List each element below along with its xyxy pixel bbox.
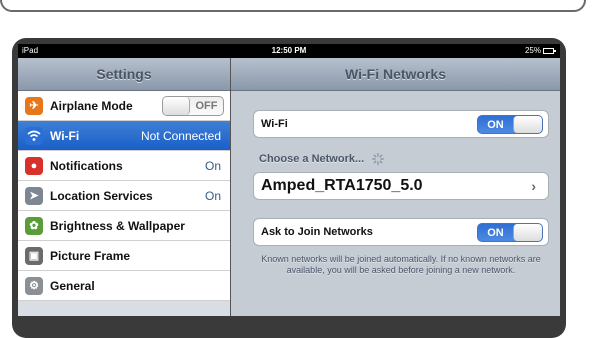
sidebar-item-location-services[interactable]: ➤ Location Services On <box>18 181 230 211</box>
sidebar-item-label: Picture Frame <box>50 248 131 263</box>
airplane-icon: ✈ <box>25 96 43 115</box>
wifi-networks-title: Wi-Fi Networks <box>231 58 560 91</box>
sidebar-item-label: Airplane Mode <box>50 98 133 113</box>
ipad-device-frame: iPad 12:50 PM 25% Settings ✈ Airplane Mo… <box>12 38 566 338</box>
wifi-status-value: Not Connected <box>140 128 221 143</box>
ask-to-join-note: Known networks will be joined automatica… <box>261 254 541 275</box>
battery-icon <box>543 48 556 54</box>
choose-network-label: Choose a Network... <box>259 153 365 165</box>
previous-device-frame <box>0 0 586 12</box>
toggle-label: ON <box>487 118 504 131</box>
toggle-label: ON <box>487 226 504 239</box>
ask-to-join-row: Ask to Join Networks ON <box>253 218 549 246</box>
network-row[interactable]: Amped_RTA1750_5.0 › <box>253 172 549 200</box>
sidebar-item-label: Wi-Fi <box>50 128 80 143</box>
sidebar-item-label: Notifications <box>50 158 123 173</box>
airplane-mode-toggle[interactable]: OFF <box>162 95 224 116</box>
wifi-toggle[interactable]: ON <box>477 115 543 134</box>
sidebar-item-general[interactable]: ⚙ General <box>18 271 230 301</box>
notifications-value: On <box>204 158 221 173</box>
sidebar-item-brightness-wallpaper[interactable]: ✿ Brightness & Wallpaper <box>18 211 230 241</box>
wifi-icon <box>25 126 43 145</box>
network-name: Amped_RTA1750_5.0 <box>261 177 423 194</box>
notifications-icon: ● <box>25 156 43 175</box>
location-services-value: On <box>204 188 221 203</box>
settings-sidebar: Settings ✈ Airplane Mode OFF Wi-Fi Not C… <box>18 58 231 316</box>
toggle-label: OFF <box>195 99 218 112</box>
brightness-icon: ✿ <box>25 216 43 235</box>
ask-to-join-label: Ask to Join Networks <box>261 226 373 238</box>
ipad-screen: iPad 12:50 PM 25% Settings ✈ Airplane Mo… <box>18 44 560 316</box>
wifi-label: Wi-Fi <box>261 118 288 130</box>
settings-list: ✈ Airplane Mode OFF Wi-Fi Not Connected <box>18 91 230 301</box>
chevron-right-icon[interactable]: › <box>531 178 536 194</box>
gear-icon: ⚙ <box>25 276 43 295</box>
choose-network-header: Choose a Network... <box>259 153 385 165</box>
sidebar-item-wifi[interactable]: Wi-Fi Not Connected <box>18 121 230 151</box>
toggle-knob <box>513 116 542 133</box>
loading-spinner-icon <box>372 153 385 165</box>
status-bar: iPad 12:50 PM 25% <box>18 44 560 58</box>
status-time: 12:50 PM <box>271 46 307 55</box>
battery-percent: 25% <box>524 46 541 55</box>
toggle-knob <box>513 224 542 241</box>
sidebar-item-picture-frame[interactable]: ▣ Picture Frame <box>18 241 230 271</box>
location-icon: ➤ <box>25 186 43 205</box>
settings-title: Settings <box>18 58 230 91</box>
sidebar-item-label: Location Services <box>50 188 153 203</box>
sidebar-item-notifications[interactable]: ● Notifications On <box>18 151 230 181</box>
battery-status: 25% <box>524 44 556 58</box>
toggle-knob <box>163 96 190 115</box>
sidebar-item-label: Brightness & Wallpaper <box>50 218 185 233</box>
wifi-toggle-row: Wi-Fi ON <box>253 110 549 138</box>
sidebar-item-label: General <box>50 278 95 293</box>
picture-frame-icon: ▣ <box>25 246 43 265</box>
wifi-networks-pane: Wi-Fi Networks Wi-Fi ON Choose a Network… <box>231 58 560 316</box>
sidebar-item-airplane-mode[interactable]: ✈ Airplane Mode OFF <box>18 91 230 121</box>
ask-to-join-toggle[interactable]: ON <box>477 223 543 242</box>
